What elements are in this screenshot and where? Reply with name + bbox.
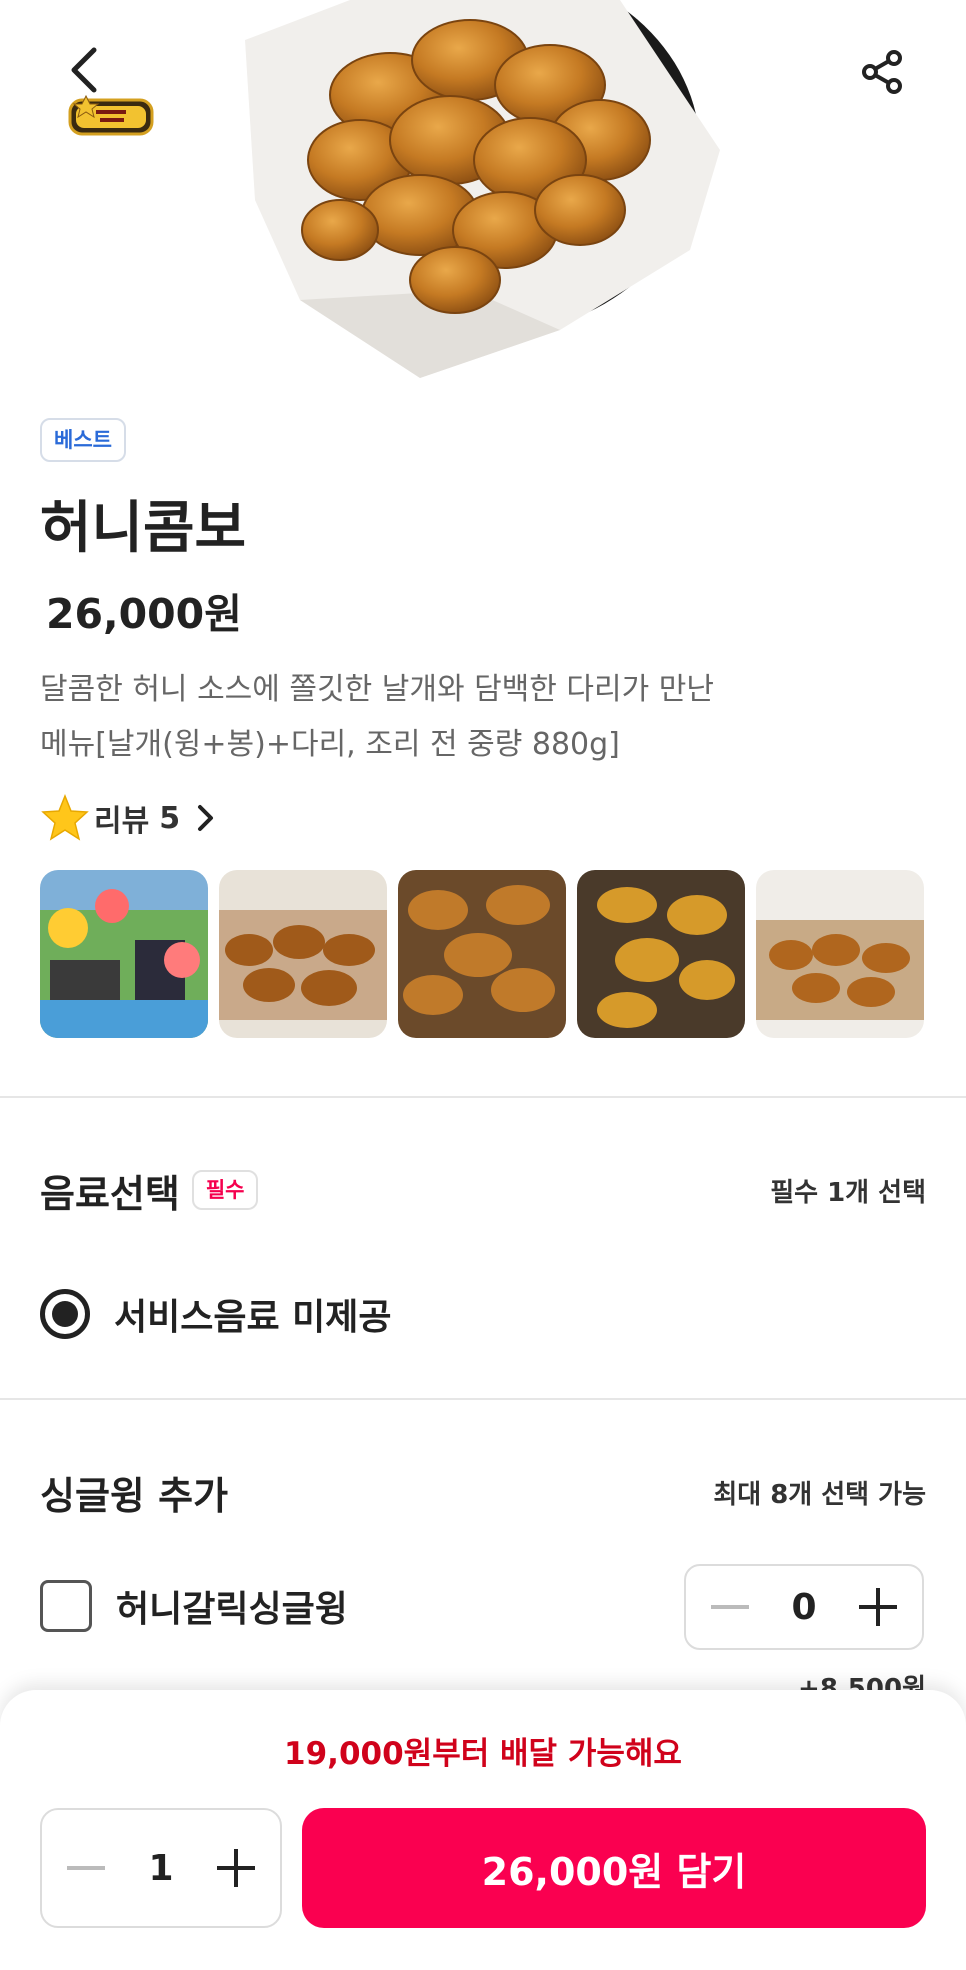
decrement-button[interactable] bbox=[708, 1585, 752, 1629]
order-quantity-value: 1 bbox=[148, 1847, 174, 1889]
addon-section-header: 싱글윙 추가 최대 8개 선택 가능 bbox=[40, 1462, 926, 1522]
review-photo-image bbox=[398, 870, 566, 1038]
review-count: 5 bbox=[159, 800, 181, 836]
section-divider bbox=[0, 1096, 966, 1098]
review-photo-image bbox=[219, 870, 387, 1038]
drink-section-title: 음료선택 bbox=[40, 1171, 180, 1216]
order-quantity-stepper: 1 bbox=[40, 1808, 282, 1928]
drink-section-note: 필수 1개 선택 bbox=[770, 1177, 926, 1208]
plus-icon bbox=[217, 1849, 255, 1887]
addon-section-title: 싱글윙 추가 bbox=[40, 1473, 229, 1518]
add-to-cart-button[interactable]: 26,000원 담기 bbox=[302, 1808, 926, 1928]
review-photo[interactable] bbox=[40, 870, 208, 1038]
share-icon bbox=[862, 50, 902, 94]
decrement-button[interactable] bbox=[64, 1846, 108, 1890]
radio-selected-dot bbox=[52, 1301, 78, 1327]
addon-option-label: 허니갈릭싱글윙 bbox=[116, 1589, 348, 1630]
checkbox[interactable] bbox=[40, 1580, 92, 1632]
description-line: 달콤한 허니 소스에 쫄깃한 날개와 담백한 다리가 만난 bbox=[40, 672, 714, 707]
drink-option-label: 서비스음료 미제공 bbox=[114, 1297, 392, 1338]
radio-button[interactable] bbox=[40, 1289, 90, 1339]
minus-icon bbox=[67, 1866, 105, 1870]
product-hero-image bbox=[0, 0, 966, 378]
review-link[interactable]: 리뷰 5 bbox=[40, 792, 926, 844]
addon-option-honey-garlic-wing[interactable]: 허니갈릭싱글윙 bbox=[40, 1578, 640, 1634]
review-photo-strip bbox=[40, 870, 926, 1038]
share-button[interactable] bbox=[854, 44, 910, 100]
product-name: 허니콤보 bbox=[40, 496, 247, 561]
addon-quantity-stepper: 0 bbox=[684, 1564, 924, 1650]
chevron-right-icon bbox=[198, 805, 214, 831]
increment-button[interactable] bbox=[856, 1585, 900, 1629]
bottom-order-bar: 19,000원부터 배달 가능해요 1 26,000원 담기 bbox=[0, 1690, 966, 1970]
drink-section-title-group: 음료선택 필수 bbox=[40, 1163, 259, 1218]
increment-button[interactable] bbox=[214, 1846, 258, 1890]
review-label: 리뷰 bbox=[94, 804, 150, 839]
review-photo[interactable] bbox=[756, 870, 924, 1038]
chevron-left-icon bbox=[71, 47, 97, 93]
section-divider bbox=[0, 1398, 966, 1400]
minus-icon bbox=[711, 1605, 749, 1609]
review-photo-image bbox=[40, 870, 208, 1038]
review-photo[interactable] bbox=[398, 870, 566, 1038]
product-price: 26,000원 bbox=[46, 590, 242, 638]
drink-section-header: 음료선택 필수 필수 1개 선택 bbox=[40, 1160, 926, 1220]
description-line: 메뉴[날개(윙+봉)+다리, 조리 전 중량 880g] bbox=[40, 727, 620, 762]
required-badge: 필수 bbox=[191, 1170, 259, 1210]
review-photo-image bbox=[577, 870, 745, 1038]
review-photo[interactable] bbox=[219, 870, 387, 1038]
review-photo-image bbox=[756, 870, 924, 1038]
brand-logo bbox=[68, 94, 154, 136]
star-icon bbox=[41, 794, 89, 841]
fried-chicken-photo bbox=[245, 0, 720, 378]
drink-option-no-service-drink[interactable]: 서비스음료 미제공 bbox=[40, 1286, 926, 1342]
product-info: 베스트 허니콤보 26,000원 달콤한 허니 소스에 쫄깃한 날개와 담백한 … bbox=[40, 418, 926, 844]
back-button[interactable] bbox=[56, 42, 112, 98]
plus-icon bbox=[859, 1588, 897, 1626]
best-badge: 베스트 bbox=[40, 418, 126, 462]
addon-quantity-value: 0 bbox=[791, 1586, 817, 1628]
product-description: 달콤한 허니 소스에 쫄깃한 날개와 담백한 다리가 만난 메뉴[날개(윙+봉)… bbox=[40, 662, 926, 772]
review-photo[interactable] bbox=[577, 870, 745, 1038]
addon-section-note: 최대 8개 선택 가능 bbox=[713, 1479, 926, 1510]
min-order-notice: 19,000원부터 배달 가능해요 bbox=[284, 1736, 682, 1772]
